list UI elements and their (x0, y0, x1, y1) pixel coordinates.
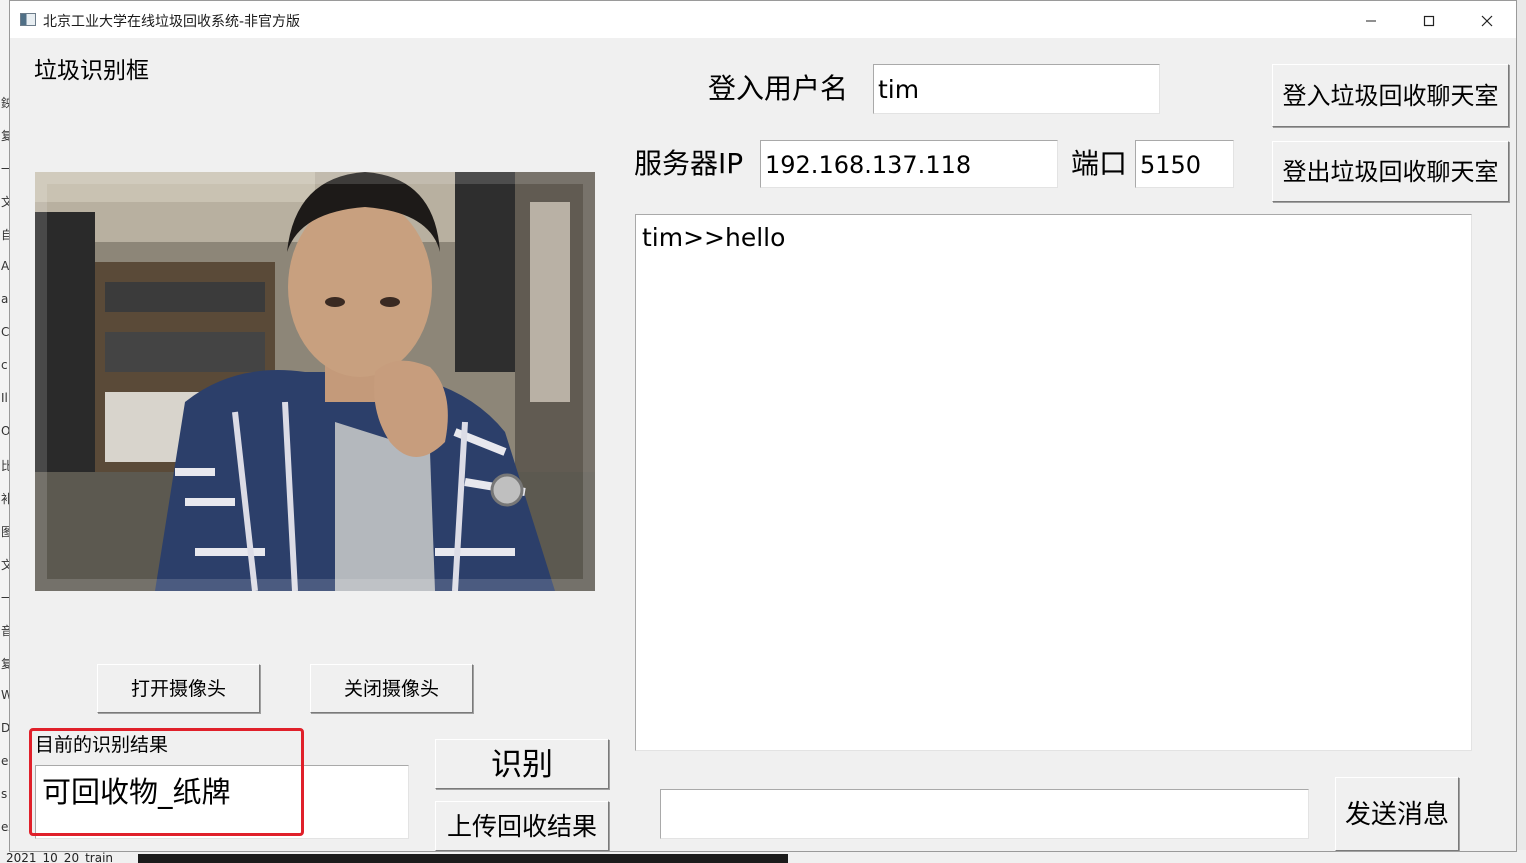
maximize-icon (1423, 15, 1435, 26)
background-char: s (1, 787, 8, 801)
port-input[interactable]: 5150 (1135, 140, 1234, 188)
camera-image (35, 172, 595, 591)
background-dark-bar (138, 854, 788, 863)
title-bar[interactable]: 北京工业大学在线垃圾回收系统-非官方版 (10, 1, 1516, 38)
port-label: 端口 (1071, 147, 1128, 180)
app-window: 北京工业大学在线垃圾回收系统-非官方版 垃圾识别框 打开摄像头 关闭摄像头 目前… (9, 0, 1517, 852)
recognition-frame-label: 垃圾识别框 (34, 58, 149, 84)
recognize-button[interactable]: 识别 (435, 739, 609, 789)
background-char: A (1, 259, 10, 273)
open-camera-button[interactable]: 打开摄像头 (97, 664, 260, 713)
maximize-button[interactable] (1400, 1, 1458, 38)
window-title: 北京工业大学在线垃圾回收系统-非官方版 (43, 14, 301, 30)
close-button[interactable] (1458, 1, 1516, 38)
background-char: e (1, 754, 9, 768)
background-right-strip (1516, 0, 1526, 863)
minimize-button[interactable] (1342, 1, 1400, 38)
camera-preview (35, 172, 595, 591)
chat-log[interactable]: tim>>hello (635, 214, 1472, 751)
background-char: Il (1, 391, 8, 405)
logout-chatroom-button[interactable]: 登出垃圾回收聊天室 (1272, 141, 1509, 202)
username-label: 登入用户名 (708, 72, 849, 105)
app-icon (20, 13, 36, 26)
send-message-button[interactable]: 发送消息 (1335, 777, 1459, 851)
upload-result-button[interactable]: 上传回收结果 (435, 801, 609, 851)
username-input[interactable]: tim (873, 64, 1160, 114)
highlight-box (29, 728, 304, 836)
background-char: c (1, 358, 8, 372)
server-ip-label: 服务器IP (634, 147, 744, 180)
message-input[interactable] (660, 789, 1309, 839)
minimize-icon (1366, 20, 1376, 21)
background-char: a (1, 292, 9, 306)
close-icon (1481, 15, 1493, 26)
background-filename: 2021_10_20_train (6, 851, 114, 863)
close-camera-button[interactable]: 关闭摄像头 (310, 664, 473, 713)
login-chatroom-button[interactable]: 登入垃圾回收聊天室 (1272, 64, 1509, 127)
server-ip-input[interactable]: 192.168.137.118 (760, 140, 1058, 188)
